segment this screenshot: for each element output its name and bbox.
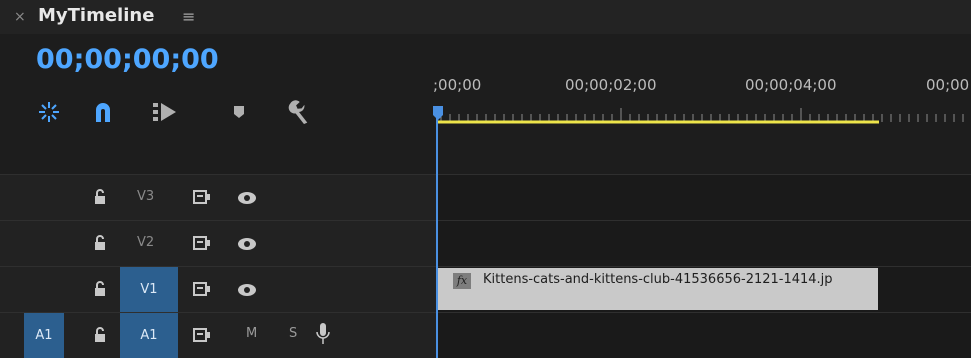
track-lane-v3[interactable]	[437, 175, 971, 220]
track-divider	[0, 220, 971, 221]
lock-icon[interactable]	[94, 189, 106, 205]
snap-icon[interactable]	[36, 100, 62, 124]
playhead-handle-icon[interactable]	[433, 106, 443, 120]
eye-icon[interactable]	[237, 237, 257, 251]
clip-name: Kittens-cats-and-kittens-club-41536656-2…	[483, 272, 833, 287]
toggle-sync-lock-icon[interactable]	[193, 282, 211, 296]
video-clip[interactable]: fx Kittens-cats-and-kittens-club-4153665…	[437, 268, 878, 310]
track-header-a1	[0, 313, 436, 358]
ruler-label: 00;00	[926, 76, 970, 94]
toggle-sync-lock-icon[interactable]	[193, 190, 211, 204]
sequence-tab-title[interactable]: MyTimeline	[38, 5, 154, 26]
track-label-v1[interactable]: V1	[120, 267, 178, 312]
ruler-label: 00;00;02;00	[565, 76, 657, 94]
track-header-v3	[0, 175, 436, 220]
fx-badge-icon: fx	[453, 273, 471, 289]
track-header-v2	[0, 221, 436, 266]
track-label-a1[interactable]: A1	[120, 313, 178, 358]
track-divider	[0, 174, 971, 175]
track-label-v2[interactable]: V2	[137, 235, 157, 250]
insert-icon[interactable]	[150, 100, 180, 124]
track-label-v3[interactable]: V3	[137, 189, 157, 204]
track-lane-a1[interactable]	[437, 313, 971, 358]
add-marker-icon[interactable]	[228, 100, 250, 124]
timeline-panel: × MyTimeline ≡ 00;00;00;00 ;00;00 00;00;…	[0, 0, 971, 358]
ruler-label: 00;00;04;00	[745, 76, 837, 94]
playhead-timecode[interactable]: 00;00;00;00	[36, 44, 219, 75]
eye-icon[interactable]	[237, 283, 257, 297]
toggle-sync-lock-icon[interactable]	[193, 236, 211, 250]
track-header-v1	[0, 267, 436, 312]
track-lane-v2[interactable]	[437, 221, 971, 266]
lock-icon[interactable]	[94, 235, 106, 251]
playhead-line[interactable]	[436, 112, 438, 358]
lock-icon[interactable]	[94, 281, 106, 297]
ruler-label: ;00;00	[433, 76, 482, 94]
wrench-icon[interactable]	[284, 100, 314, 124]
toggle-sync-lock-icon[interactable]	[193, 328, 211, 342]
microphone-icon[interactable]	[316, 322, 330, 346]
eye-icon[interactable]	[237, 191, 257, 205]
time-ruler[interactable]	[437, 108, 971, 128]
close-tab-button[interactable]: ×	[14, 9, 26, 25]
solo-track-button[interactable]: S	[289, 326, 297, 341]
lock-icon[interactable]	[94, 327, 106, 343]
panel-menu-icon[interactable]: ≡	[182, 7, 195, 26]
source-patch-a1[interactable]: A1	[24, 313, 64, 358]
mute-track-button[interactable]: M	[246, 326, 257, 341]
panel-header: × MyTimeline ≡	[0, 0, 971, 34]
linked-selection-icon[interactable]	[90, 100, 116, 124]
